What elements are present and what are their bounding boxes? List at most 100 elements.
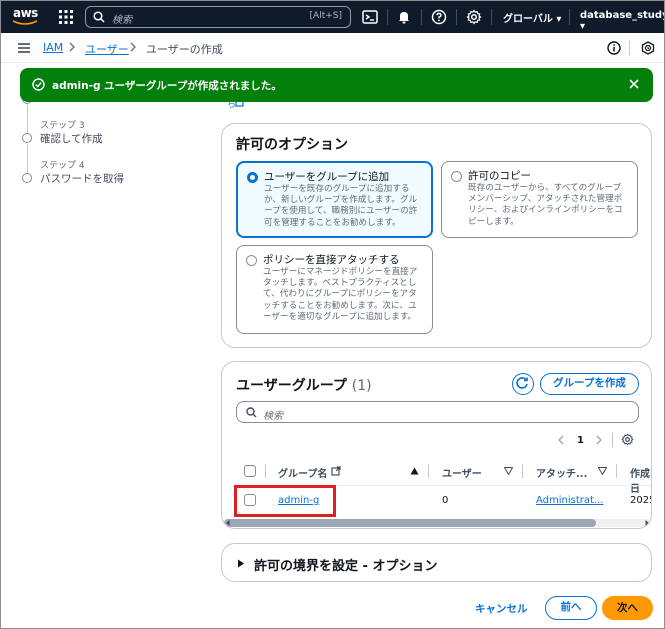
permissions-boundary-section[interactable]: 許可の境界を設定 - オプション — [221, 543, 652, 582]
highlight-box — [234, 485, 336, 517]
refresh-button[interactable] — [512, 373, 534, 395]
page-number[interactable]: 1 — [577, 435, 584, 446]
account-menu[interactable]: database_study2 ▾ — [580, 10, 664, 32]
aws-logo[interactable]: aws — [11, 6, 41, 28]
user-groups-title: ユーザーグループ (1) — [236, 375, 372, 395]
step-4-number: ステップ 4 — [40, 161, 85, 171]
recent-activity-icon[interactable] — [641, 41, 655, 55]
group-search-placeholder: 検索 — [263, 411, 283, 422]
group-search-input[interactable]: 検索 — [236, 401, 639, 423]
aws-smile-icon — [12, 20, 38, 25]
step-indicator — [22, 173, 32, 183]
chevron-left-icon[interactable] — [557, 435, 565, 445]
group-user-count: 0 — [442, 495, 449, 506]
option-title: ポリシーを直接アタッチする — [263, 254, 400, 266]
step-connector — [27, 144, 28, 174]
step-3-label[interactable]: 確認して作成 — [40, 131, 103, 146]
group-policy-link[interactable]: Administrat... — [536, 495, 603, 506]
create-group-label: グループを作成 — [553, 377, 626, 389]
select-all-checkbox[interactable] — [244, 465, 256, 477]
column-header-group-name[interactable]: グループ名 — [278, 465, 327, 480]
chevron-right-icon — [69, 42, 75, 52]
success-check-icon — [32, 78, 45, 91]
nav-divider — [387, 9, 388, 25]
radio-attach-policies[interactable] — [246, 255, 257, 266]
breadcrumb-users[interactable]: ユーザー — [85, 41, 129, 57]
step-connector — [27, 105, 28, 135]
search-shortcut: [Alt+S] — [309, 11, 342, 21]
region-selector[interactable]: グローバル ▾ — [503, 10, 561, 25]
search-icon — [93, 11, 105, 23]
top-navigation: aws 検索 [Alt+S] グローバル ▾ database_stud ▾ — [1, 1, 664, 33]
scroll-left-icon[interactable] — [224, 519, 232, 527]
option-title: 許可のコピー — [468, 170, 531, 182]
cloudshell-icon[interactable] — [362, 9, 378, 25]
breadcrumb-bar: IAM ユーザー ユーザーの作成 — [1, 33, 664, 63]
cancel-button[interactable]: キャンセル — [475, 601, 528, 616]
info-icon[interactable] — [607, 41, 621, 55]
horizontal-scrollbar[interactable] — [224, 519, 596, 527]
breadcrumb-iam[interactable]: IAM — [43, 41, 63, 54]
search-placeholder: 検索 — [112, 15, 132, 26]
radio-add-to-group[interactable] — [247, 172, 258, 183]
permission-options-container: 許可のオプション ユーザーをグループに追加 ユーザーを既存のグループに追加するか… — [221, 123, 652, 348]
gear-icon[interactable] — [466, 9, 482, 25]
option-description: ユーザーにマネージドポリシーを直接アタッチします。ベストプラクティスとして、代わ… — [263, 267, 418, 322]
column-divider — [265, 464, 266, 478]
refresh-icon — [516, 377, 528, 389]
option-copy-permissions[interactable]: 許可のコピー 既存のユーザーから、すべてのグループメンバーシップ、アタッチされた… — [441, 161, 638, 238]
menu-icon[interactable] — [18, 43, 30, 53]
nav-divider — [421, 9, 422, 25]
nav-divider — [569, 9, 570, 25]
column-divider — [428, 464, 429, 478]
option-attach-policies[interactable]: ポリシーを直接アタッチする ユーザーにマネージドポリシーを直接アタッチします。ベ… — [236, 245, 433, 334]
radio-copy-permissions[interactable] — [451, 171, 462, 182]
help-icon[interactable] — [431, 9, 447, 25]
close-icon[interactable] — [628, 78, 640, 90]
divider — [629, 41, 630, 55]
previous-button[interactable]: 前へ — [545, 596, 597, 620]
scroll-right-icon[interactable] — [643, 519, 651, 527]
option-title: ユーザーをグループに追加 — [264, 171, 390, 183]
sort-ascending-icon[interactable] — [410, 467, 419, 475]
previous-label: 前へ — [560, 601, 582, 613]
breadcrumb-current: ユーザーの作成 — [146, 43, 223, 56]
aws-logo-text: aws — [13, 6, 38, 20]
sort-icon[interactable] — [598, 467, 607, 475]
search-icon — [246, 407, 257, 418]
column-header-users[interactable]: ユーザー — [442, 465, 482, 480]
nav-divider — [491, 9, 492, 25]
global-search-input[interactable]: 検索 [Alt+S] — [85, 6, 351, 28]
table-settings-icon[interactable] — [621, 433, 634, 446]
user-groups-count: (1) — [351, 378, 372, 394]
step-4-label[interactable]: パスワードを取得 — [40, 171, 124, 186]
flash-message: admin-g ユーザーグループが作成されました。 — [52, 80, 282, 92]
browser-page: aws 検索 [Alt+S] グローバル ▾ database_stud ▾ I… — [0, 0, 665, 629]
services-grid-icon[interactable] — [59, 10, 73, 24]
divider — [612, 433, 613, 447]
column-header-attached-policies[interactable]: アタッチ... — [536, 465, 587, 480]
next-button[interactable]: 次へ — [602, 596, 653, 620]
column-divider — [522, 464, 523, 478]
success-flash-banner: admin-g ユーザーグループが作成されました。 — [20, 68, 653, 102]
step-indicator — [22, 133, 32, 143]
option-description: ユーザーを既存のグループに追加するか、新しいグループを作成します。グループを使用… — [264, 184, 418, 228]
permission-options-title: 許可のオプション — [236, 137, 348, 153]
permissions-boundary-title[interactable]: 許可の境界を設定 - オプション — [254, 555, 437, 574]
chevron-right-icon[interactable] — [595, 435, 603, 445]
sort-icon[interactable] — [504, 467, 513, 475]
group-created-date: 2025 — [630, 495, 651, 506]
option-add-to-group[interactable]: ユーザーをグループに追加 ユーザーを既存のグループに追加するか、新しいグループを… — [236, 161, 433, 238]
step-3-number: ステップ 3 — [40, 121, 85, 131]
option-description: 既存のユーザーから、すべてのグループメンバーシップ、アタッチされた管理ポリシー、… — [468, 183, 623, 227]
nav-divider — [456, 9, 457, 25]
caret-right-icon[interactable] — [237, 559, 245, 568]
next-label: 次へ — [617, 602, 638, 614]
column-divider — [616, 464, 617, 478]
create-group-button[interactable]: グループを作成 — [540, 373, 639, 395]
bell-icon[interactable] — [396, 9, 412, 25]
user-groups-title-text: ユーザーグループ — [236, 378, 347, 394]
column-header-created[interactable]: 作成日 — [630, 465, 651, 495]
external-link-icon[interactable] — [331, 466, 341, 476]
chevron-right-icon — [130, 42, 136, 52]
